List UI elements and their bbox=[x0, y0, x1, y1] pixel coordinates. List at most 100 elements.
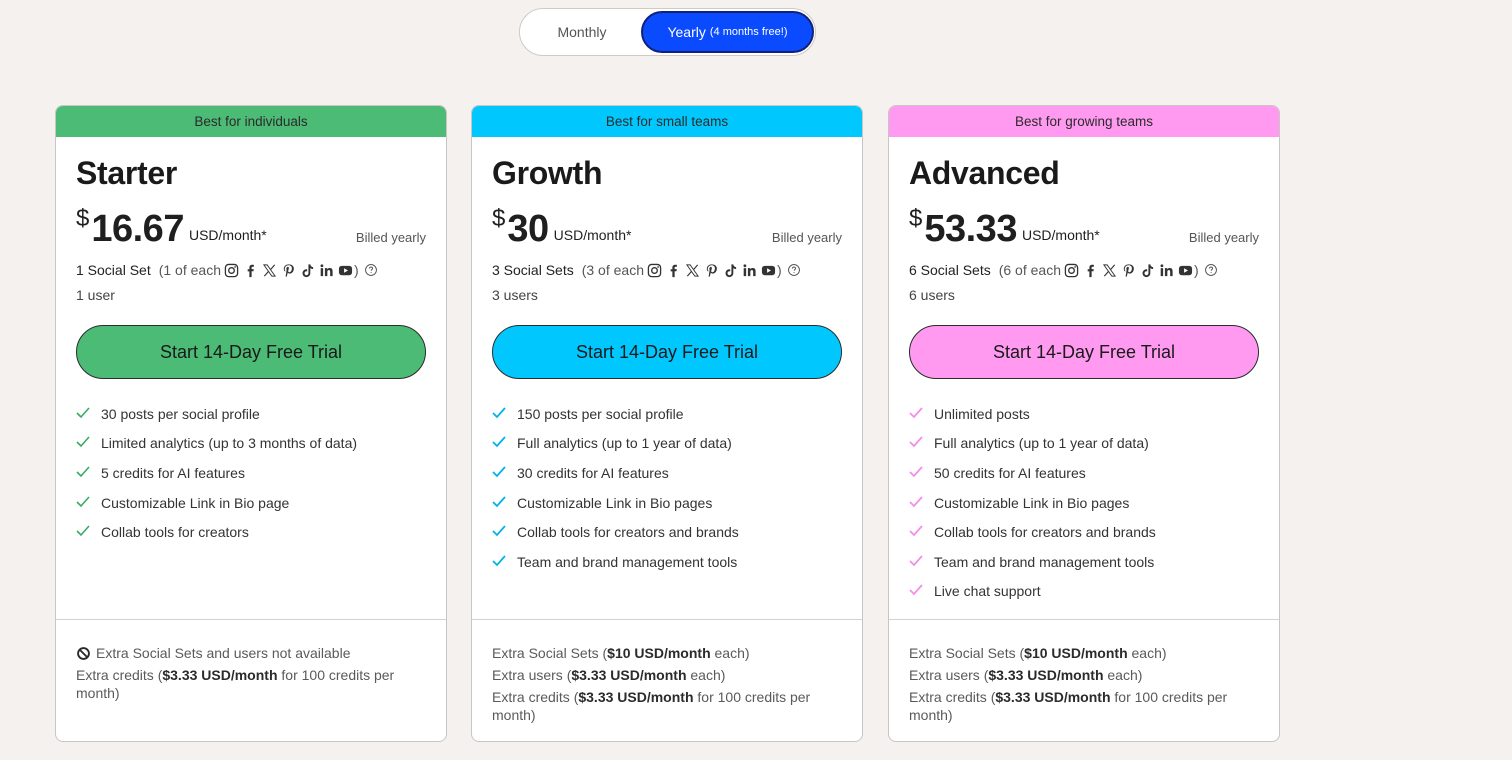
help-icon[interactable] bbox=[1204, 263, 1218, 277]
price-currency: $ bbox=[492, 205, 506, 232]
facebook-icon bbox=[243, 262, 259, 278]
plan-banner: Best for small teams bbox=[472, 106, 862, 137]
feature-item: 5 credits for AI features bbox=[76, 458, 426, 488]
check-icon bbox=[909, 407, 925, 421]
billing-yearly-label: Yearly bbox=[667, 24, 706, 40]
check-icon bbox=[76, 525, 92, 539]
addon-extra-social-sets: Extra Social Sets ($10 USD/month each) bbox=[909, 642, 1259, 664]
users-count: 3 users bbox=[492, 287, 538, 303]
check-icon bbox=[76, 466, 92, 480]
ban-icon bbox=[76, 646, 91, 661]
check-icon bbox=[492, 466, 508, 480]
check-icon bbox=[492, 495, 508, 510]
check-icon bbox=[76, 496, 92, 510]
feature-item: Collab tools for creators and brands bbox=[492, 517, 842, 547]
facebook-icon bbox=[1083, 262, 1099, 278]
billing-note: Billed yearly bbox=[771, 230, 842, 245]
social-icons bbox=[1064, 262, 1194, 278]
feature-item: Collab tools for creators bbox=[76, 517, 426, 547]
x-icon bbox=[1102, 262, 1118, 278]
check-icon bbox=[909, 495, 925, 510]
addon-price: $10 USD/month bbox=[1024, 645, 1128, 661]
social-sets-close: ) bbox=[353, 262, 359, 278]
pinterest-icon bbox=[281, 262, 297, 278]
price-currency: $ bbox=[76, 205, 90, 232]
plan-name: Advanced bbox=[909, 155, 1060, 191]
feature-item: Customizable Link in Bio pages bbox=[909, 488, 1259, 518]
plan-card-growth: Best for small teams Growth $ 30 USD/mon… bbox=[471, 105, 863, 742]
price-row: $ 16.67 USD/month* Billed yearly bbox=[76, 203, 426, 249]
addon-text: Extra users ( bbox=[909, 667, 989, 683]
social-sets-each: (3 of each bbox=[581, 262, 644, 278]
price-unit: USD/month* bbox=[1021, 227, 1100, 243]
billing-yearly-option[interactable]: Yearly (4 months free!) bbox=[641, 11, 814, 53]
check-icon bbox=[909, 584, 925, 598]
feature-item: Unlimited posts bbox=[909, 399, 1259, 429]
feature-text: Limited analytics (up to 3 months of dat… bbox=[101, 435, 358, 452]
feature-text: 5 credits for AI features bbox=[101, 464, 245, 481]
feature-item: Customizable Link in Bio pages bbox=[492, 488, 842, 518]
youtube-icon bbox=[338, 262, 354, 278]
facebook-icon bbox=[666, 262, 682, 278]
price-amount: 53.33 bbox=[924, 208, 1017, 250]
social-sets-row: 3 Social Sets (3 of each ) bbox=[492, 261, 842, 279]
feature-item: Limited analytics (up to 3 months of dat… bbox=[76, 429, 426, 459]
billing-yearly-badge: (4 months free!) bbox=[709, 26, 788, 38]
start-trial-button[interactable]: Start 14-Day Free Trial bbox=[492, 325, 842, 379]
social-sets-close: ) bbox=[776, 262, 782, 278]
addon-price: $3.33 USD/month bbox=[162, 667, 278, 683]
addon-text: each) bbox=[1127, 645, 1167, 661]
billing-monthly-option[interactable]: Monthly bbox=[520, 9, 644, 55]
plan-addons: Extra Social Sets ($10 USD/month each) E… bbox=[472, 619, 862, 741]
feature-item: 30 posts per social profile bbox=[76, 399, 426, 429]
feature-text: Collab tools for creators and brands bbox=[934, 524, 1156, 541]
check-icon bbox=[492, 436, 508, 450]
social-sets-row: 6 Social Sets (6 of each ) bbox=[909, 261, 1259, 279]
addon-text: each) bbox=[686, 667, 726, 683]
addon-price: $3.33 USD/month bbox=[571, 667, 687, 683]
addon-text: Extra credits ( bbox=[76, 667, 163, 683]
billing-toggle: Monthly Yearly (4 months free!) bbox=[519, 8, 816, 56]
start-trial-button[interactable]: Start 14-Day Free Trial bbox=[909, 325, 1259, 379]
users-count: 6 users bbox=[909, 287, 955, 303]
feature-text: Full analytics (up to 1 year of data) bbox=[517, 435, 732, 452]
youtube-icon bbox=[1178, 262, 1194, 278]
addon-not-available-text: Extra Social Sets and users not availabl… bbox=[96, 645, 351, 661]
tiktok-icon bbox=[1140, 262, 1156, 278]
check-icon bbox=[492, 525, 508, 539]
plan-addons: Extra Social Sets ($10 USD/month each) E… bbox=[889, 619, 1279, 741]
feature-text: Team and brand management tools bbox=[517, 553, 738, 570]
linkedin-icon bbox=[1159, 262, 1175, 278]
instagram-icon bbox=[224, 262, 240, 278]
addon-extra-credits: Extra credits ($3.33 USD/month for 100 c… bbox=[492, 688, 842, 724]
addon-text: Extra credits ( bbox=[909, 689, 996, 705]
feature-text: Customizable Link in Bio page bbox=[101, 494, 290, 511]
check-icon bbox=[492, 555, 508, 569]
check-icon bbox=[909, 466, 925, 480]
users-count: 1 user bbox=[76, 287, 115, 303]
feature-item: 150 posts per social profile bbox=[492, 399, 842, 429]
feature-item: Collab tools for creators and brands bbox=[909, 517, 1259, 547]
help-icon[interactable] bbox=[787, 263, 801, 277]
social-sets-count: 6 Social Sets bbox=[909, 262, 991, 278]
feature-text: Customizable Link in Bio pages bbox=[934, 494, 1130, 511]
start-trial-button[interactable]: Start 14-Day Free Trial bbox=[76, 325, 426, 379]
price-unit: USD/month* bbox=[188, 227, 267, 243]
help-icon[interactable] bbox=[364, 263, 378, 277]
check-icon bbox=[909, 555, 925, 569]
addon-text: Extra Social Sets ( bbox=[492, 645, 608, 661]
feature-text: 30 credits for AI features bbox=[517, 464, 669, 481]
feature-text: Live chat support bbox=[934, 583, 1041, 600]
pinterest-icon bbox=[1121, 262, 1137, 278]
check-icon bbox=[492, 407, 508, 421]
feature-text: Full analytics (up to 1 year of data) bbox=[934, 435, 1149, 452]
tiktok-icon bbox=[300, 262, 316, 278]
plan-addons: Extra Social Sets and users not availabl… bbox=[56, 619, 446, 741]
feature-list: 150 posts per social profile Full analyt… bbox=[492, 399, 842, 577]
addon-text: Extra credits ( bbox=[492, 689, 579, 705]
plan-name: Starter bbox=[76, 155, 178, 191]
plan-card-starter: Best for individuals Starter $ 16.67 USD… bbox=[55, 105, 447, 742]
feature-item: Full analytics (up to 1 year of data) bbox=[492, 429, 842, 459]
feature-item: 50 credits for AI features bbox=[909, 458, 1259, 488]
price-row: $ 53.33 USD/month* Billed yearly bbox=[909, 203, 1259, 249]
